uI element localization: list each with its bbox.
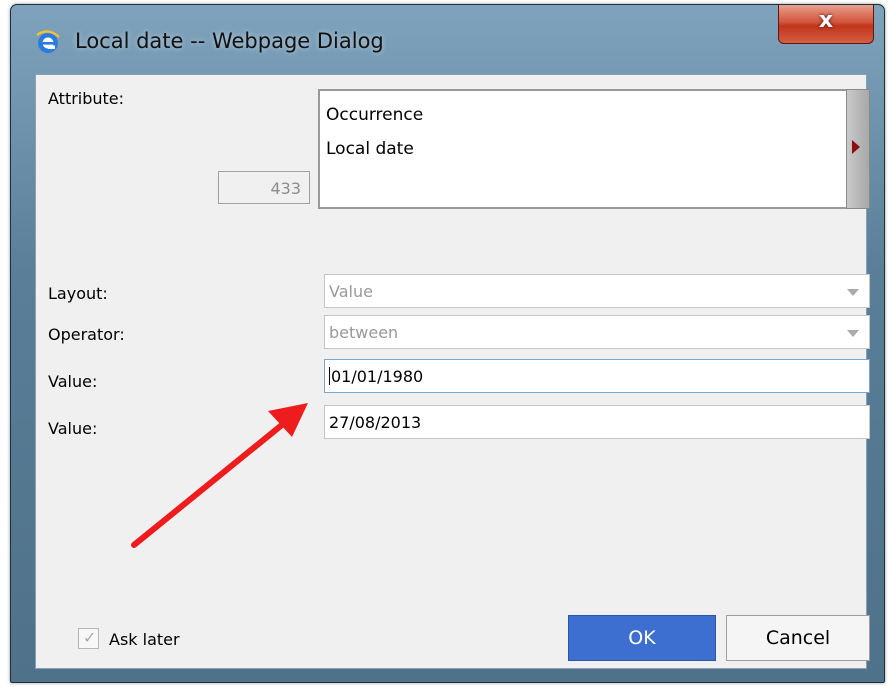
chevron-right-icon <box>852 140 860 154</box>
value-input-1[interactable]: 01/01/1980 <box>324 359 870 393</box>
close-button[interactable]: x <box>778 5 874 44</box>
attribute-label: Attribute: <box>48 89 125 108</box>
operator-select[interactable]: between <box>324 315 870 349</box>
layout-select-value: Value <box>329 282 373 301</box>
layout-label: Layout: <box>48 284 108 303</box>
operator-select-value: between <box>329 323 399 342</box>
close-icon: x <box>818 8 834 33</box>
value-label-2: Value: <box>48 419 98 438</box>
dialog-body: Attribute: 433 Occurrence Local date Lay… <box>35 74 870 669</box>
value-input-2-text: 27/08/2013 <box>329 413 422 432</box>
value-label-1: Value: <box>48 372 98 391</box>
attribute-box: Occurrence Local date <box>318 89 846 209</box>
operator-label: Operator: <box>48 325 125 344</box>
internet-explorer-icon <box>36 30 60 53</box>
attribute-expand-button[interactable] <box>846 89 870 209</box>
window-title: Local date -- Webpage Dialog <box>75 29 384 53</box>
attribute-line: Occurrence <box>326 105 424 125</box>
attribute-line: Local date <box>326 139 414 159</box>
title-bar[interactable]: Local date -- Webpage Dialog x <box>11 5 884 69</box>
value-input-1-text: 01/01/1980 <box>331 367 424 386</box>
chevron-down-icon <box>847 289 859 296</box>
dialog-window: Local date -- Webpage Dialog x Attribute… <box>10 4 885 683</box>
value-input-2[interactable]: 27/08/2013 <box>324 405 870 439</box>
ok-button[interactable]: OK <box>568 615 716 661</box>
layout-select[interactable]: Value <box>324 274 870 308</box>
cancel-button[interactable]: Cancel <box>726 615 870 661</box>
checkmark-icon: ✓ <box>83 628 97 647</box>
attribute-id-field: 433 <box>218 171 310 204</box>
chevron-down-icon <box>847 330 859 337</box>
ask-later-checkbox[interactable]: ✓ <box>78 628 99 649</box>
ask-later-label: Ask later <box>109 630 180 649</box>
text-cursor <box>329 367 330 385</box>
